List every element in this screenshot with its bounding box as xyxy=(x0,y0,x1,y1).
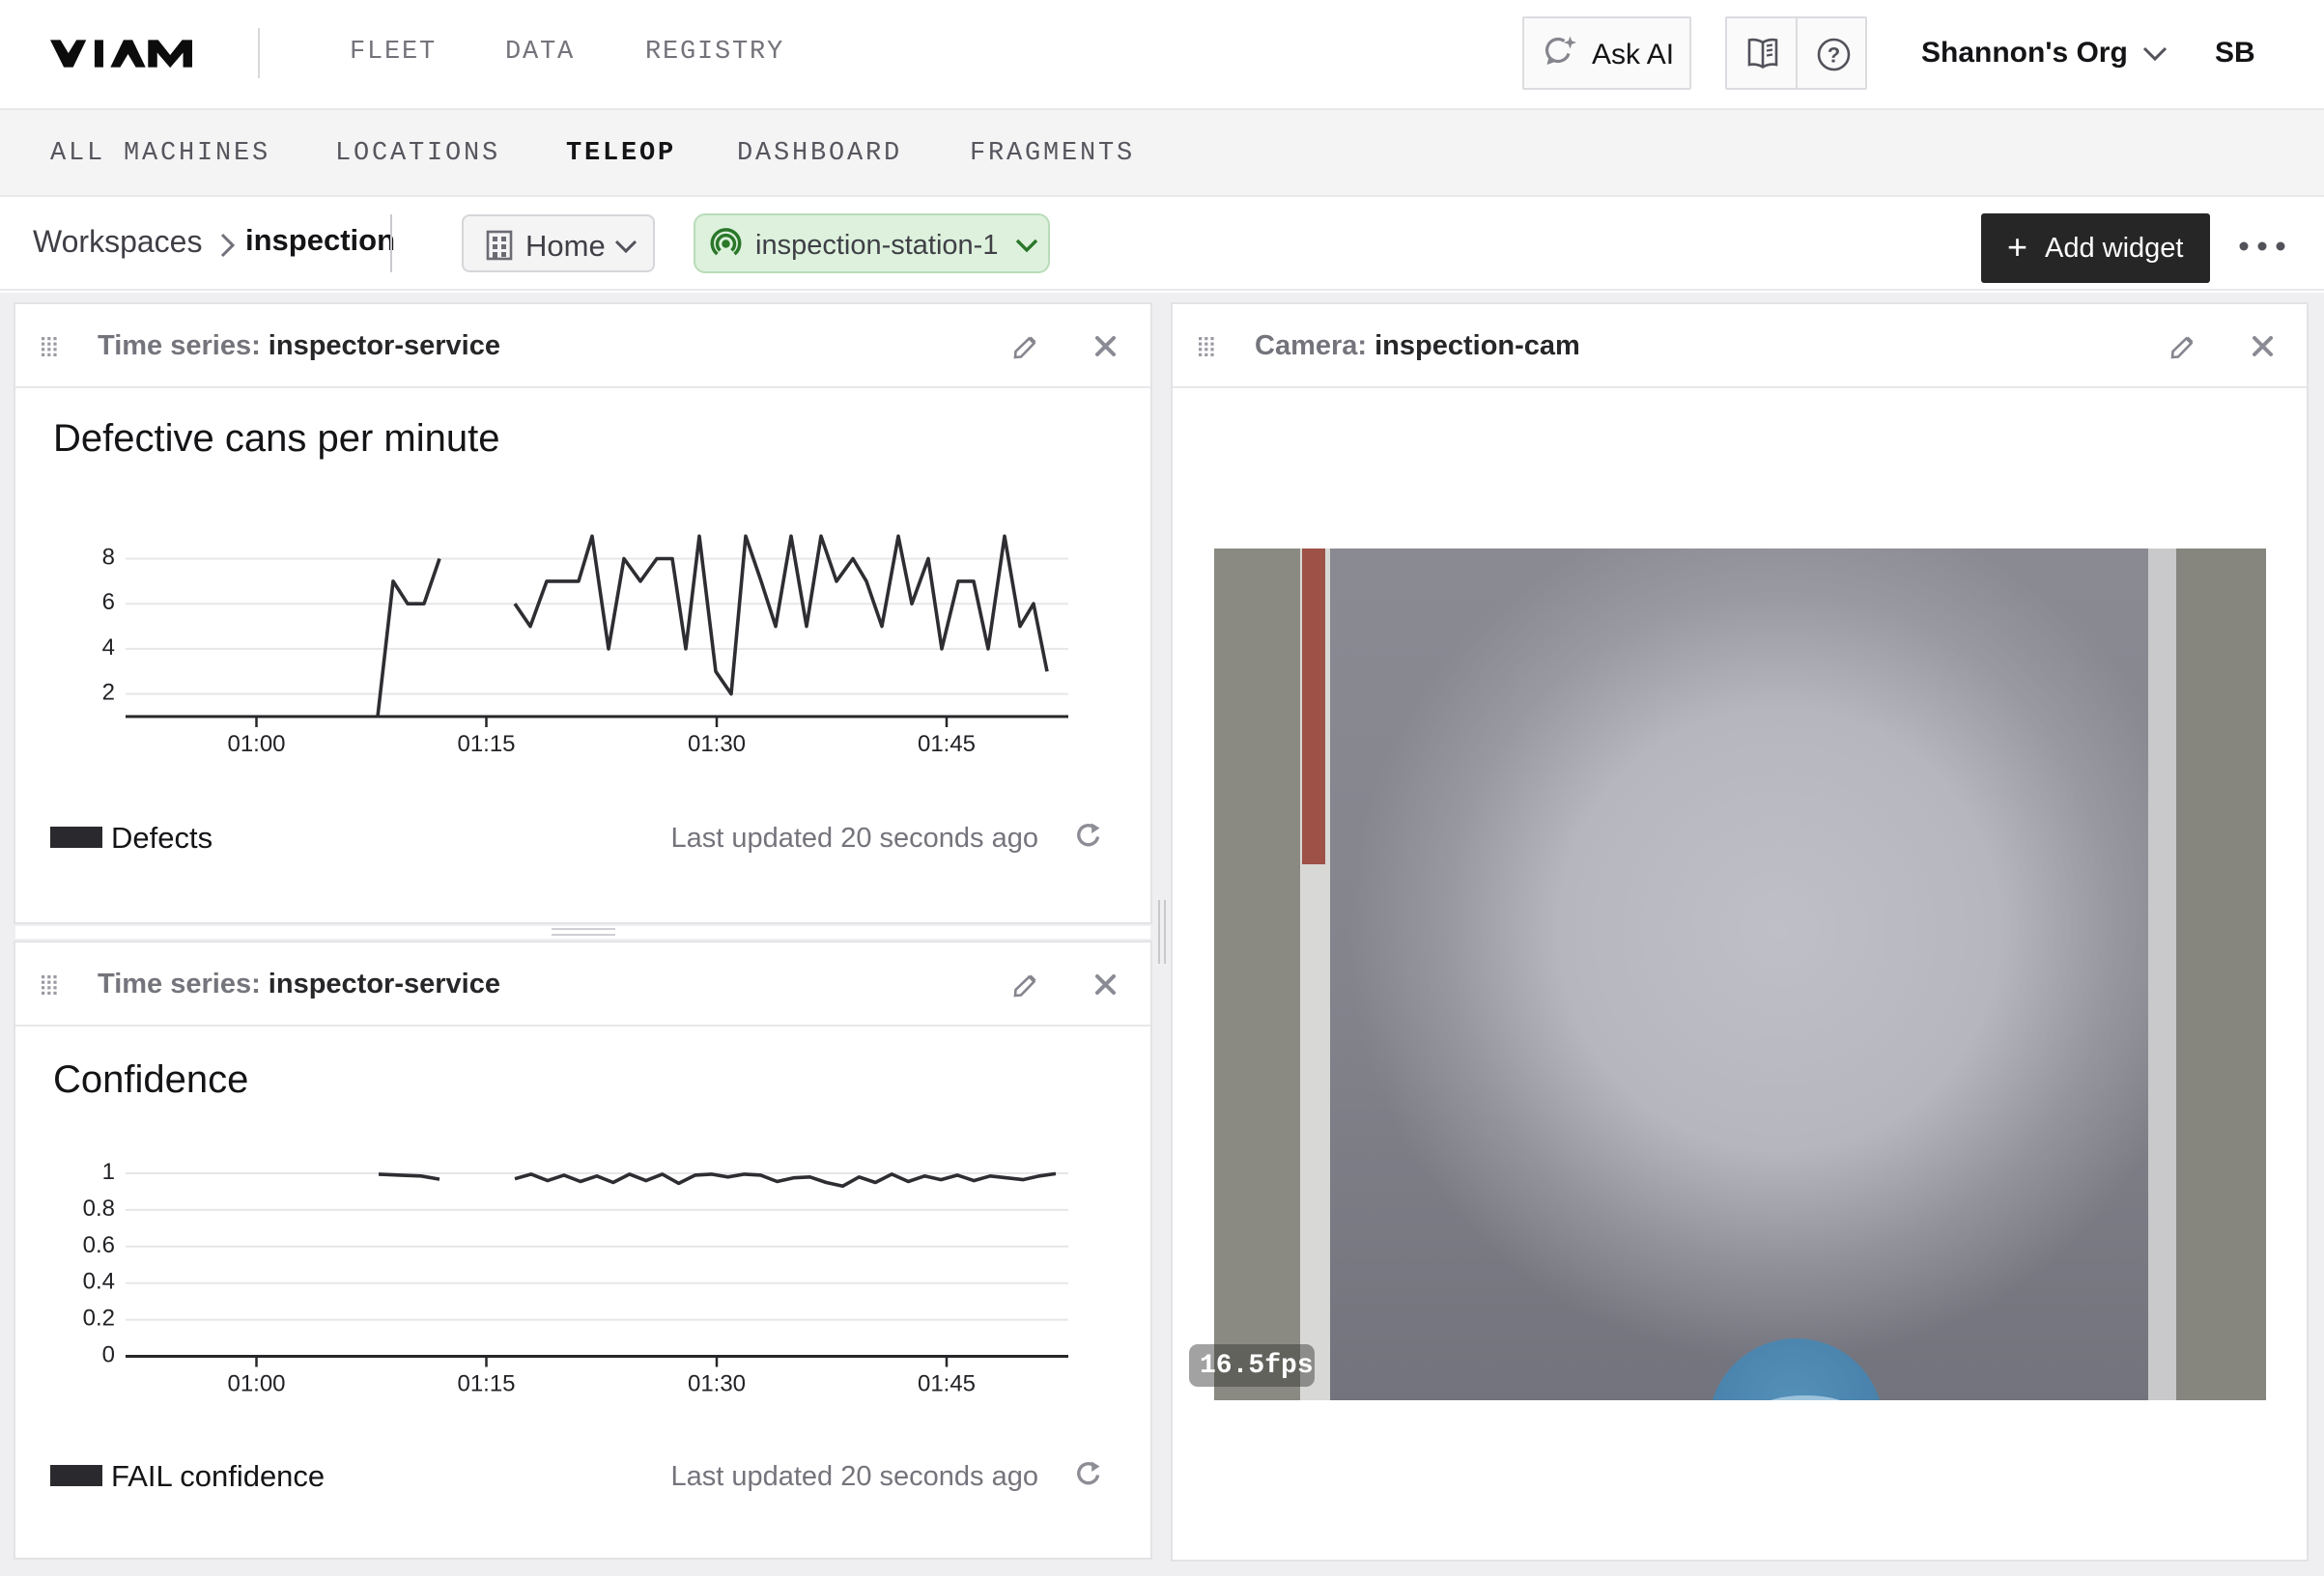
svg-text:2: 2 xyxy=(102,680,115,706)
svg-text:0.2: 0.2 xyxy=(83,1306,115,1332)
svg-text:?: ? xyxy=(1828,43,1840,68)
svg-text:01:00: 01:00 xyxy=(227,1371,285,1397)
svg-text:01:15: 01:15 xyxy=(457,731,515,757)
svg-text:01:00: 01:00 xyxy=(227,731,285,757)
svg-text:0.8: 0.8 xyxy=(83,1196,115,1222)
svg-text:0: 0 xyxy=(102,1342,115,1368)
svg-text:1: 1 xyxy=(102,1159,115,1185)
svg-text:0.6: 0.6 xyxy=(83,1232,115,1258)
svg-text:4: 4 xyxy=(102,634,115,661)
svg-text:01:45: 01:45 xyxy=(918,731,976,757)
svg-text:01:45: 01:45 xyxy=(918,1371,976,1397)
svg-text:8: 8 xyxy=(102,545,115,571)
svg-text:0.4: 0.4 xyxy=(83,1269,115,1295)
svg-text:01:15: 01:15 xyxy=(457,1371,515,1397)
svg-text:01:30: 01:30 xyxy=(688,1371,746,1397)
svg-text:6: 6 xyxy=(102,589,115,615)
svg-text:01:30: 01:30 xyxy=(688,731,746,757)
